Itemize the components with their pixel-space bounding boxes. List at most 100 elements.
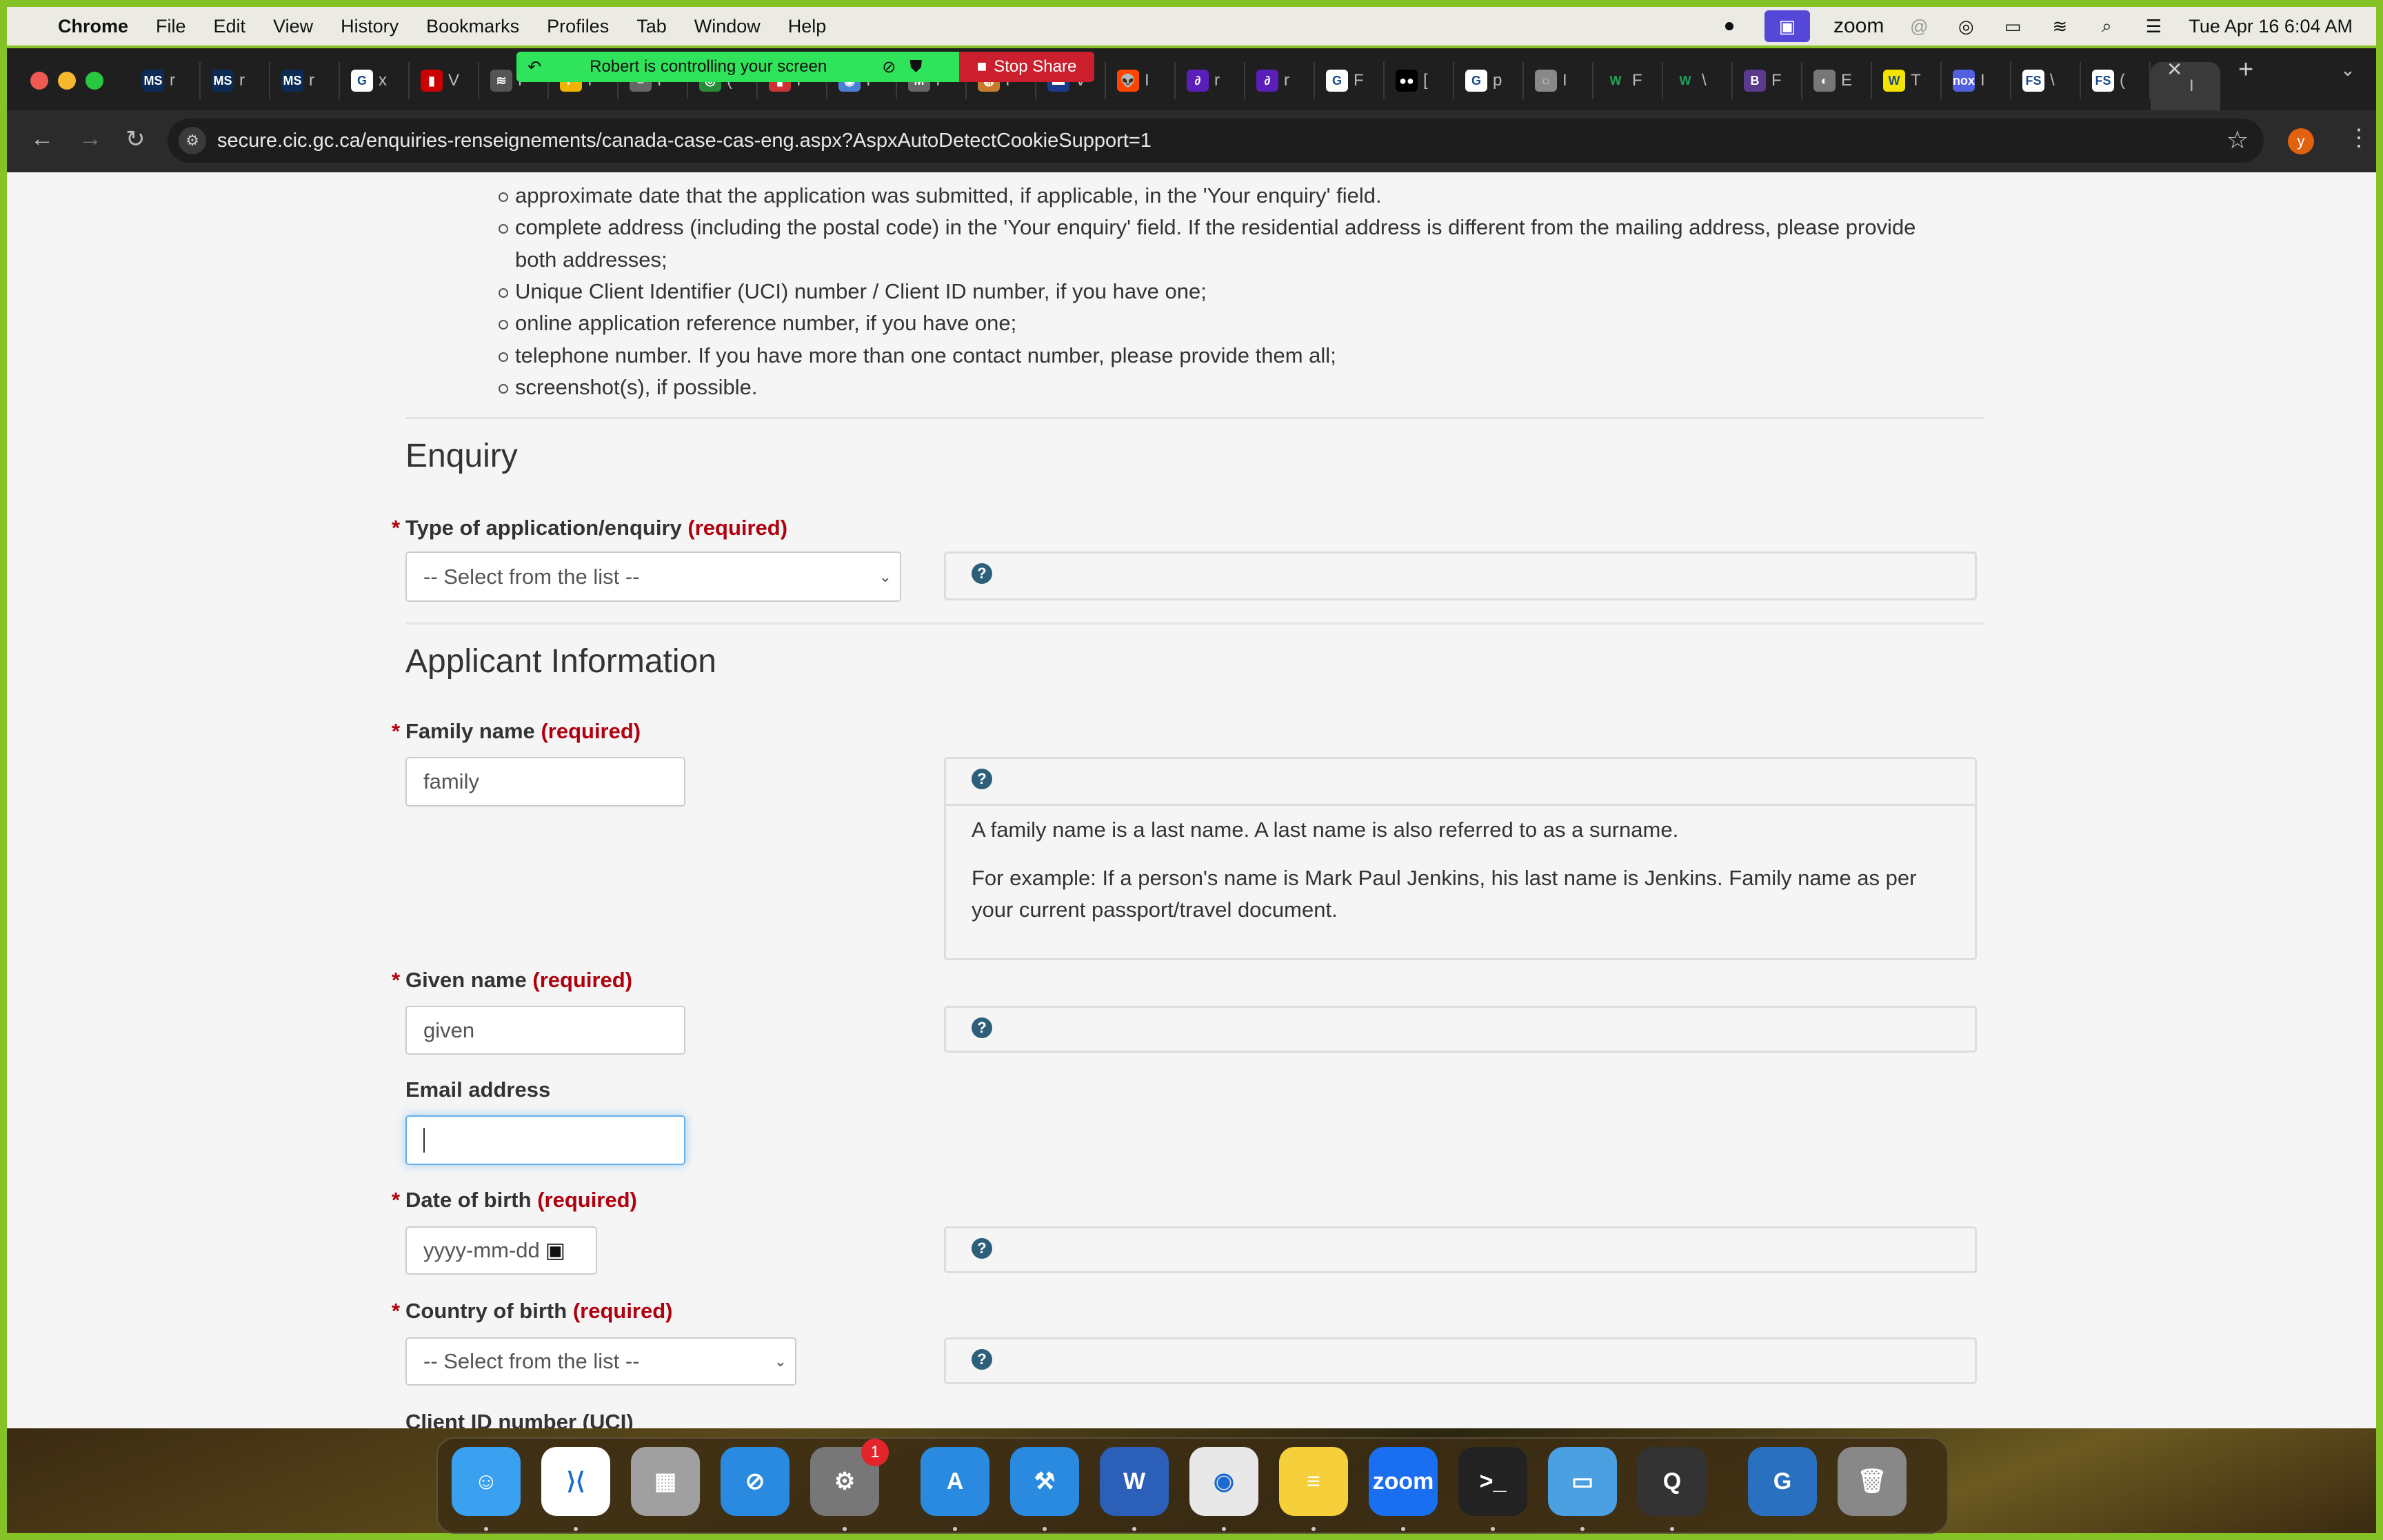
profile-avatar[interactable]: y [2288, 128, 2314, 154]
menu-edit[interactable]: Edit [214, 16, 246, 37]
tab-strip: MSrMSrMSrGx▮V≋FPI≡F◎(▮I◉IMI◍I▬V👽I∂r∂rGF●… [7, 48, 2376, 110]
browser-tab[interactable]: Gp [1454, 62, 1524, 99]
help-icon[interactable]: ? [972, 769, 992, 789]
dock-terminal-icon[interactable]: >_ [1458, 1447, 1527, 1516]
calendar-icon[interactable]: ▣ [545, 1238, 565, 1263]
browser-tab[interactable]: WT [1872, 62, 1942, 99]
dock-downloads-icon[interactable]: G [1748, 1447, 1817, 1516]
running-indicator [843, 1527, 847, 1531]
family-name-input[interactable]: family [405, 757, 685, 807]
url-text[interactable]: secure.cic.gc.ca/enquiries-renseignement… [217, 130, 1152, 152]
close-window-button[interactable] [30, 72, 48, 90]
zoom-menu[interactable]: zoom [1833, 14, 1884, 38]
country-select[interactable]: -- Select from the list -- ⌄ [405, 1337, 796, 1386]
address-bar[interactable]: ⚙ secure.cic.gc.ca/enquiries-renseigneme… [168, 119, 2264, 163]
dob-input[interactable]: yyyy-mm-dd ▣ [405, 1226, 597, 1275]
maximize-window-button[interactable] [86, 72, 103, 90]
control-center-icon[interactable]: ☰ [2142, 14, 2165, 38]
battery-icon[interactable]: ▭ [2001, 14, 2024, 38]
menu-file[interactable]: File [156, 16, 186, 37]
browser-tab[interactable]: ●● [ [1385, 62, 1454, 99]
browser-tab[interactable]: ∂ r [1176, 62, 1245, 99]
help-icon[interactable]: ? [972, 563, 992, 584]
dock-finder-icon[interactable]: ☺ [452, 1447, 521, 1516]
stop-share-button[interactable]: ■ Stop Share [959, 52, 1094, 82]
tab-title: r [239, 71, 245, 90]
dock-xcode-icon[interactable]: ⚒ [1010, 1447, 1079, 1516]
browser-tab[interactable]: MS r [201, 62, 270, 99]
given-name-input[interactable]: given [405, 1006, 685, 1055]
menu-clock[interactable]: Tue Apr 16 6:04 AM [2189, 16, 2353, 37]
mic-icon[interactable]: ⊘ [882, 57, 896, 77]
dock-screen-icon[interactable]: ▭ [1548, 1447, 1617, 1516]
new-tab-icon[interactable]: + [2238, 55, 2253, 85]
browser-tab[interactable]: ◌ I [1524, 62, 1593, 99]
stop-share-label: Stop Share [994, 57, 1077, 76]
browser-tab[interactable]: GF [1315, 62, 1385, 99]
stop-icon: ■ [976, 57, 987, 76]
screen-share-icon[interactable]: ▣ [1764, 10, 1810, 42]
tab-title: I [1145, 71, 1149, 90]
tab-favicon-icon: W [1605, 70, 1627, 92]
menu-window[interactable]: Window [694, 16, 761, 37]
help-icon[interactable]: ? [972, 1238, 992, 1259]
browser-tab[interactable]: MS r [270, 62, 340, 99]
menu-profiles[interactable]: Profiles [547, 16, 609, 37]
running-indicator [1670, 1527, 1674, 1531]
country-help-box: ? [944, 1337, 1977, 1384]
browser-tab[interactable]: Gx [340, 62, 410, 99]
browser-tab[interactable]: ∂ r [1245, 62, 1315, 99]
wifi-icon[interactable]: ≋ [2048, 14, 2071, 38]
spiral-icon[interactable]: @ [1907, 14, 1931, 38]
browser-tab[interactable]: 👽 I [1106, 62, 1176, 99]
help-icon[interactable]: ? [972, 1349, 992, 1370]
search-icon[interactable]: ⌕ [2095, 14, 2118, 38]
bookmark-star-icon[interactable]: ☆ [2226, 125, 2249, 154]
applicant-heading: Applicant Information [405, 643, 716, 680]
dock-launchpad-icon[interactable]: ▦ [631, 1447, 700, 1516]
dock-safari-icon[interactable]: ⊘ [721, 1447, 790, 1516]
menu-view[interactable]: View [273, 16, 313, 37]
tab-search-icon[interactable]: ⌄ [2340, 59, 2355, 81]
dock-vscode-icon[interactable]: ⟩⟨ [541, 1447, 610, 1516]
browser-tab[interactable]: FS \ [2011, 62, 2081, 99]
tab-title: \ [2050, 71, 2055, 90]
tab-title: r [309, 71, 314, 90]
dock-zoom-icon[interactable]: zoom [1369, 1447, 1438, 1516]
help-icon[interactable]: ? [972, 1017, 992, 1038]
menu-bookmarks[interactable]: Bookmarks [426, 16, 519, 37]
creative-cloud-icon[interactable]: ◎ [1954, 14, 1978, 38]
dock-chrome-icon[interactable]: ◉ [1189, 1447, 1258, 1516]
browser-tab[interactable]: BF [1733, 62, 1802, 99]
chrome-menu-icon[interactable]: ⋮ [2347, 124, 2371, 152]
dock-word-icon[interactable]: W [1100, 1447, 1169, 1516]
dock-quicktime-icon[interactable]: Q [1638, 1447, 1707, 1516]
browser-tab[interactable]: WF [1593, 62, 1663, 99]
browser-tab[interactable]: ▮ V [410, 62, 479, 99]
menu-help[interactable]: Help [788, 16, 827, 37]
menu-tab[interactable]: Tab [636, 16, 667, 37]
browser-tab[interactable]: W \ [1663, 62, 1733, 99]
close-tab-icon[interactable]: ✕ [2166, 58, 2182, 81]
dock-app-store-icon[interactable]: A [921, 1447, 989, 1516]
tab-title: r [1214, 71, 1220, 90]
menu-chrome[interactable]: Chrome [58, 16, 128, 37]
menu-history[interactable]: History [341, 16, 399, 37]
given-help-box: ? [944, 1006, 1977, 1053]
dock-notes-icon[interactable]: ≡ [1279, 1447, 1348, 1516]
dock-trash-icon[interactable]: 🗑 [1838, 1447, 1907, 1516]
forward-icon[interactable]: → [79, 125, 102, 152]
reload-icon[interactable]: ↻ [125, 125, 145, 153]
type-select[interactable]: -- Select from the list -- ⌄ [405, 551, 901, 602]
browser-tab[interactable]: FS ( [2081, 62, 2151, 99]
browser-tab[interactable]: ◐ E [1802, 62, 1872, 99]
site-info-icon[interactable]: ⚙ [179, 127, 206, 154]
record-icon[interactable]: ⏺ [1718, 14, 1741, 38]
browser-tab[interactable]: MS r [131, 62, 201, 99]
browser-tab[interactable]: nox I [1942, 62, 2011, 99]
email-input[interactable] [405, 1115, 685, 1165]
browser-tab[interactable]: I [2151, 62, 2220, 110]
uci-label: Client ID number (UCI) [405, 1410, 634, 1428]
back-icon[interactable]: ← [30, 125, 54, 152]
minimize-window-button[interactable] [58, 72, 76, 90]
